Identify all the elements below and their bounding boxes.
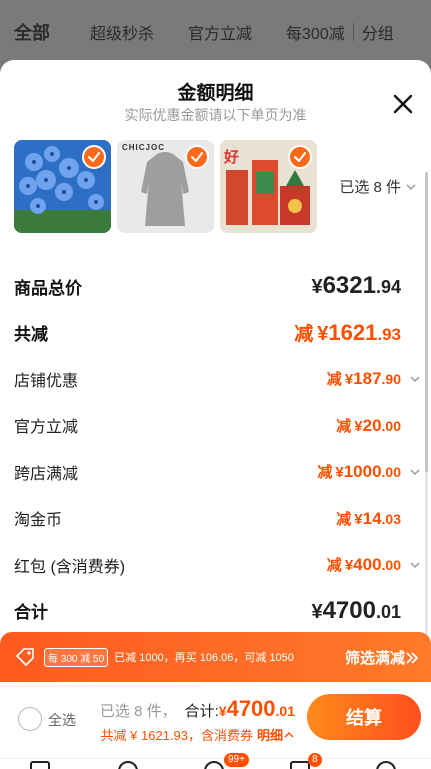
row-label: 淘金币 bbox=[14, 512, 63, 530]
row-sum: 合计 ¥4700.01 bbox=[14, 588, 401, 634]
selected-check-icon[interactable] bbox=[288, 145, 312, 169]
coupon-tag-icon bbox=[16, 648, 34, 666]
close-button[interactable] bbox=[391, 92, 415, 116]
chevron-down-icon bbox=[410, 562, 420, 568]
double-chevron-right-icon bbox=[406, 651, 419, 664]
background-tab-bar: 全部 超级秒杀 官方立减 每300减 分组 bbox=[0, 0, 431, 64]
selected-count-toggle[interactable]: 已选 8 件 bbox=[339, 176, 417, 197]
select-all-label[interactable]: 全选 bbox=[48, 710, 76, 730]
selected-check-icon[interactable] bbox=[82, 145, 106, 169]
row-official-discount: 官方立减 减 ¥20.00 bbox=[14, 402, 401, 448]
footer-selected-count: 已选 8 件， bbox=[99, 703, 177, 720]
chevron-down-icon bbox=[406, 183, 416, 190]
promo-badge: 每 300 减 50 bbox=[44, 647, 109, 667]
footer-total-dec: .01 bbox=[275, 703, 295, 719]
sheet-subtitle: 实际优惠金额请以下单页为准 bbox=[124, 107, 307, 123]
chevron-up-icon bbox=[284, 731, 294, 738]
detail-label: 明细 bbox=[256, 728, 283, 743]
bottom-nav: 99+ 8 bbox=[0, 753, 431, 769]
row-value: 减 ¥20.00 bbox=[336, 415, 401, 435]
tab-flash-sale: 超级秒杀 bbox=[90, 26, 155, 43]
row-goods-total: 商品总价 ¥6321.94 bbox=[14, 263, 401, 309]
scrollbar[interactable] bbox=[425, 172, 428, 672]
row-label: 商品总价 bbox=[14, 278, 82, 298]
tab-all: 全部 bbox=[14, 23, 50, 43]
row-label: 共减 bbox=[14, 325, 48, 345]
amount-detail-sheet: 金额明细 实际优惠金额请以下单页为准 CHICJOC 好 已选 8 件 商品总价… bbox=[0, 60, 431, 769]
checkout-button[interactable]: 结算 bbox=[307, 694, 421, 740]
row-label: 店铺优惠 bbox=[14, 372, 79, 390]
product-thumbnails: CHICJOC 好 bbox=[14, 140, 323, 233]
row-label: 合计 bbox=[14, 603, 48, 623]
tab-official-discount: 官方立减 bbox=[188, 26, 253, 43]
promo-description: 已减 1000，再买 106.06，可减 1050 bbox=[114, 652, 294, 664]
tab-divider bbox=[352, 23, 354, 41]
gift-box-text: 好 bbox=[224, 149, 240, 166]
row-red-packet[interactable]: 红包 (含消费券) 减 ¥400.00 bbox=[14, 541, 420, 587]
row-value: ¥6321.94 bbox=[311, 272, 401, 300]
row-value: 减 ¥400.00 bbox=[326, 555, 401, 575]
product-thumbnail-flower[interactable] bbox=[14, 140, 111, 233]
brand-text: CHICJOC bbox=[122, 143, 166, 152]
tab-group: 分组 bbox=[361, 26, 394, 43]
row-shop-discount[interactable]: 店铺优惠 减 ¥187.90 bbox=[14, 356, 420, 402]
footer-currency: ¥ bbox=[218, 703, 227, 719]
cart-icon[interactable] bbox=[290, 761, 310, 769]
cart-badge: 8 bbox=[308, 753, 322, 767]
product-thumbnail-dress[interactable]: CHICJOC bbox=[117, 140, 214, 233]
close-icon bbox=[393, 94, 413, 114]
discover-icon[interactable] bbox=[118, 761, 138, 769]
row-value: 减 ¥1621.93 bbox=[294, 320, 401, 346]
profile-icon[interactable] bbox=[376, 761, 396, 769]
product-thumbnail-gift[interactable]: 好 bbox=[220, 140, 317, 233]
row-value: 减 ¥14.03 bbox=[336, 508, 401, 528]
selected-check-icon[interactable] bbox=[185, 145, 209, 169]
footer-sum-label: 合计: bbox=[184, 703, 219, 720]
row-value: 减 ¥187.90 bbox=[326, 369, 401, 389]
filter-discount-link[interactable]: 筛选满减 bbox=[345, 647, 419, 668]
row-taojinbi: 淘金币 减 ¥14.03 bbox=[14, 495, 401, 541]
select-all-radio[interactable] bbox=[18, 707, 42, 731]
row-label: 跨店满减 bbox=[14, 465, 79, 483]
filter-discount-label: 筛选满减 bbox=[344, 650, 405, 667]
footer-discount-text: 共减 ¥ 1621.93，含消费券 bbox=[100, 728, 253, 743]
row-label: 官方立减 bbox=[14, 419, 79, 437]
row-value: 减 ¥1000.00 bbox=[317, 462, 401, 482]
message-icon[interactable] bbox=[204, 761, 224, 769]
row-cross-store-discount[interactable]: 跨店满减 减 ¥1000.00 bbox=[14, 449, 420, 495]
row-label: 红包 (含消费券) bbox=[14, 558, 126, 576]
detail-toggle[interactable]: 明细 bbox=[257, 725, 295, 744]
message-badge: 99+ bbox=[224, 753, 249, 767]
footer-discount-line: 共减 ¥ 1621.93，含消费券 明细 bbox=[101, 725, 295, 744]
footer-total-int: 4700 bbox=[226, 696, 276, 721]
promo-banner[interactable]: 每 300 减 50 已减 1000，再买 106.06，可减 1050 筛选满… bbox=[0, 632, 431, 682]
tab-every-300-off: 每300减 bbox=[286, 26, 345, 43]
chevron-down-icon bbox=[410, 376, 420, 383]
selected-count-label: 已选 8 件 bbox=[339, 179, 401, 196]
sheet-title: 金额明细 bbox=[177, 83, 254, 104]
home-icon[interactable] bbox=[30, 761, 50, 769]
row-value: ¥4700.01 bbox=[311, 596, 401, 624]
amount-rows: 商品总价 ¥6321.94 共减 减 ¥1621.93 店铺优惠 减 ¥187.90… bbox=[14, 263, 420, 634]
row-total-discount: 共减 减 ¥1621.93 bbox=[14, 309, 401, 355]
chevron-down-icon bbox=[410, 469, 420, 475]
cart-footer: 全选 已选 8 件， 合计: ¥4700.01 共减 ¥ 1621.93，含消费… bbox=[0, 682, 431, 758]
footer-sum-line: 已选 8 件， 合计: ¥4700.01 bbox=[100, 696, 295, 722]
